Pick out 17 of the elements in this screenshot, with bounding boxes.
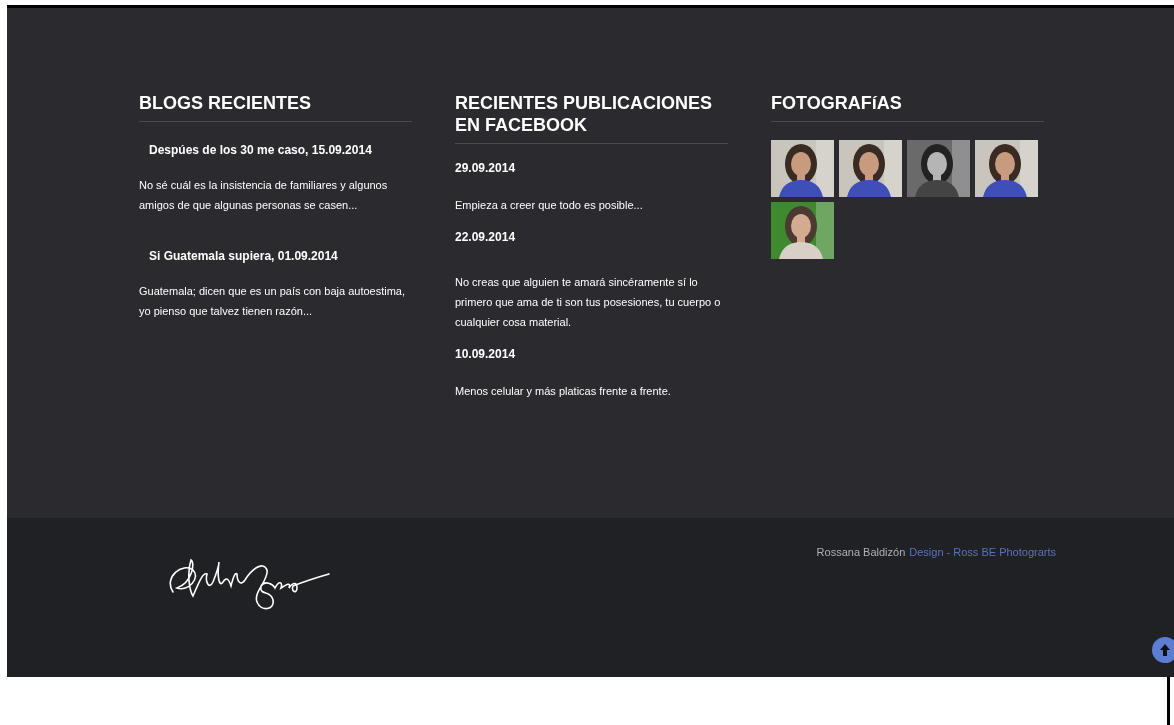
designer-link[interactable]: Design - Ross BE Photograrts: [909, 546, 1056, 558]
post-excerpt: Guatemala; dicen que es un país con baja autoestima, yo pienso que talvez tienen razón...: [139, 284, 406, 319]
post-title[interactable]: Si Guatemala supiera, 01.09.2014: [149, 249, 412, 263]
post-date: 22.09.2014: [455, 230, 517, 244]
scroll-to-top-button[interactable]: [1152, 637, 1174, 663]
section-heading: BLOGS RECIENTES: [139, 92, 412, 122]
post-text: Menos celular y más platicas frente a frente.: [455, 384, 672, 399]
section-heading: FOTOGRAFíAS: [771, 92, 1044, 122]
post-date: 10.09.2014: [455, 347, 517, 361]
author-name: Rossana Baldizón: [816, 546, 906, 558]
post-excerpt: No sé cuál es la insistencia de familiares y algunos amigos de que algunas personas se casen...: [139, 178, 389, 213]
arrow-up-icon: [1159, 643, 1171, 657]
post-text: Empieza a creer que todo es posible...: [455, 198, 644, 213]
post-text: No creas que alguien te amará sincéramente sí lo primero que ama de ti son tus posesiones, tu cuerpo o cualquier cosa material.: [455, 275, 722, 330]
post-date: 29.09.2014: [455, 161, 517, 175]
post-title[interactable]: Despúes de los 30 me caso, 15.09.2014: [149, 143, 412, 157]
section-heading: RECIENTES PUBLICACIONES EN FACEBOOK: [455, 92, 728, 144]
